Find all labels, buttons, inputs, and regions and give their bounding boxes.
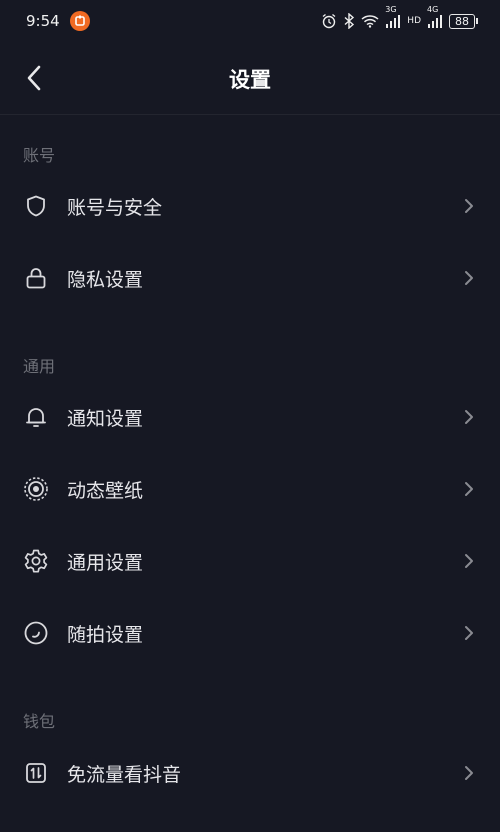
- status-time: 9:54: [26, 12, 60, 30]
- settings-item-free-data[interactable]: 免流量看抖音: [0, 745, 500, 801]
- settings-item-label: 随拍设置: [67, 623, 144, 646]
- signal-3g-label: 3G: [385, 5, 397, 14]
- settings-item-label: 隐私设置: [67, 268, 144, 291]
- chevron-right-icon: [461, 551, 477, 571]
- chevron-right-icon: [461, 763, 477, 783]
- chevron-right-icon: [461, 407, 477, 427]
- signal-4g-label: 4G: [427, 5, 439, 14]
- settings-item-label: 账号与安全: [67, 196, 163, 219]
- alarm-icon: [321, 13, 337, 29]
- chevron-right-icon: [461, 268, 477, 288]
- section-label-account: 账号: [23, 146, 56, 165]
- signal-4g-icon: 4G: [427, 5, 443, 28]
- settings-item-notifications[interactable]: 通知设置: [0, 389, 500, 445]
- chevron-right-icon: [461, 196, 477, 216]
- battery-level: 88: [449, 13, 475, 29]
- settings-item-label: 动态壁纸: [67, 479, 144, 502]
- chevron-right-icon: [461, 479, 477, 499]
- camera-circle-icon: [22, 619, 50, 647]
- page-title: 设置: [229, 68, 271, 92]
- bluetooth-icon: [343, 13, 355, 29]
- settings-item-label: 通用设置: [67, 551, 144, 574]
- hd-label: HD: [407, 16, 421, 26]
- wifi-icon: [361, 14, 379, 28]
- nav-bar: 设置: [0, 42, 500, 115]
- chevron-right-icon: [461, 623, 477, 643]
- settings-item-account-security[interactable]: 账号与安全: [0, 178, 500, 234]
- bell-icon: [22, 403, 50, 431]
- settings-item-general[interactable]: 通用设置: [0, 533, 500, 589]
- shield-icon: [22, 192, 50, 220]
- app-notification-icon: [69, 11, 90, 31]
- lock-icon: [22, 264, 50, 292]
- data-traffic-icon: [22, 759, 50, 787]
- settings-item-label: 通知设置: [67, 407, 144, 430]
- section-label-wallet: 钱包: [23, 712, 56, 731]
- section-label-general: 通用: [23, 357, 56, 376]
- gear-icon: [22, 547, 50, 575]
- settings-item-label: 免流量看抖音: [67, 763, 182, 786]
- settings-item-privacy[interactable]: 隐私设置: [0, 250, 500, 306]
- settings-item-quick-shoot[interactable]: 随拍设置: [0, 605, 500, 661]
- wallpaper-icon: [22, 475, 50, 503]
- battery-icon: 88: [449, 13, 478, 29]
- signal-3g-icon: 3G: [385, 5, 401, 28]
- settings-item-live-wallpaper[interactable]: 动态壁纸: [0, 461, 500, 517]
- status-bar: 9:54 3G HD 4G 88: [0, 0, 500, 42]
